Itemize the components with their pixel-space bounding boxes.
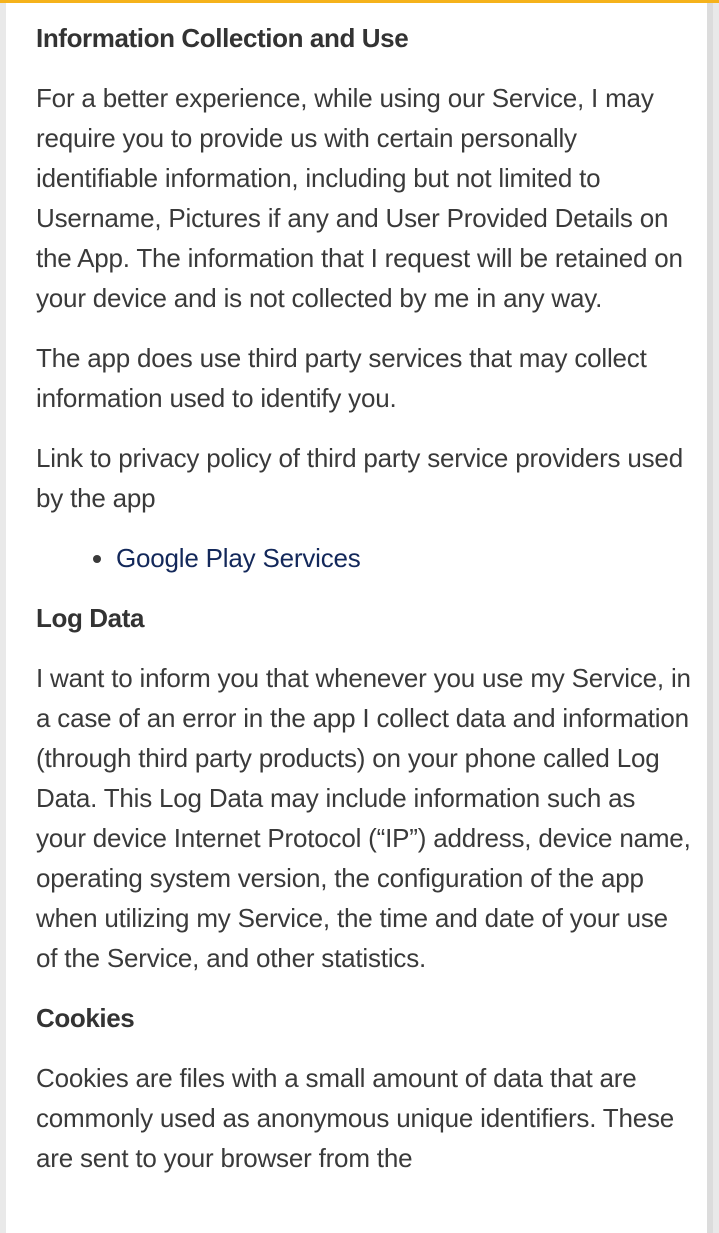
- google-play-services-link[interactable]: Google Play Services: [116, 543, 361, 573]
- heading-information-collection: Information Collection and Use: [36, 23, 409, 53]
- third-party-links-list: Google Play Services: [36, 538, 691, 578]
- list-item: Google Play Services: [116, 538, 691, 578]
- info-paragraph-3: Link to privacy policy of third party se…: [36, 443, 683, 513]
- scrollbar[interactable]: [707, 3, 713, 1233]
- policy-content: Information Collection and Use For a bet…: [36, 18, 691, 1178]
- heading-log-data: Log Data: [36, 603, 145, 633]
- info-paragraph-1: For a better experience, while using our…: [36, 83, 683, 313]
- top-accent-bar: [0, 0, 719, 3]
- cookies-paragraph-1: Cookies are files with a small amount of…: [36, 1063, 675, 1173]
- info-paragraph-2: The app does use third party services th…: [36, 343, 647, 413]
- log-paragraph-1: I want to inform you that whenever you u…: [36, 663, 691, 973]
- heading-cookies: Cookies: [36, 1003, 135, 1033]
- privacy-policy-page: Information Collection and Use For a bet…: [6, 0, 713, 1233]
